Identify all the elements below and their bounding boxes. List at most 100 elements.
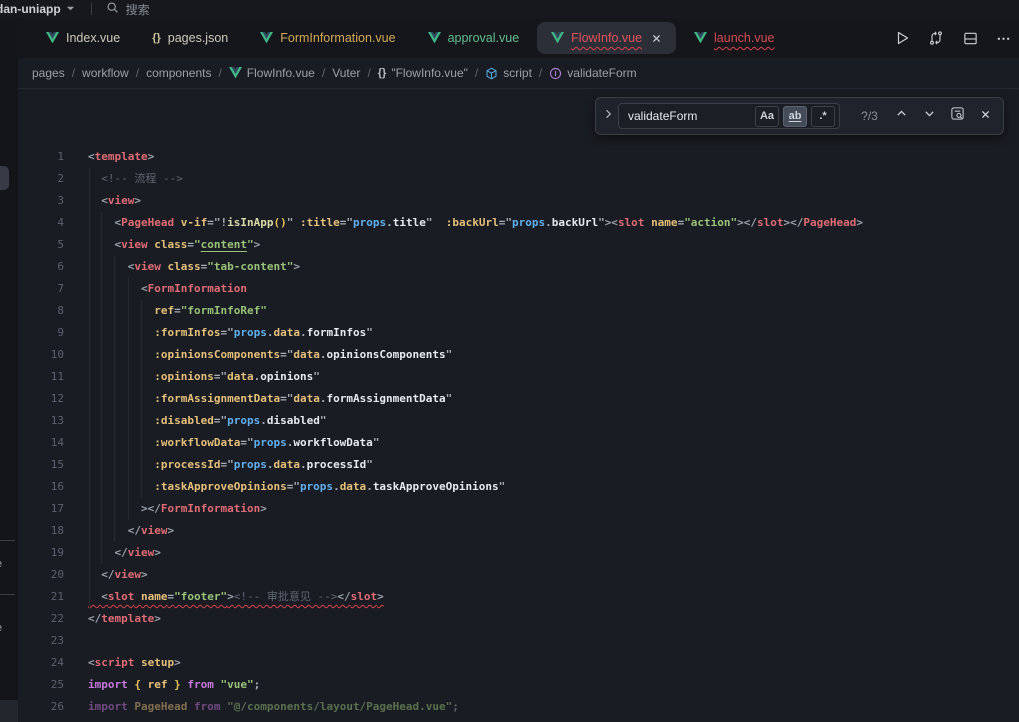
code-token: "@/components/layout/PageHead.vue" <box>227 700 452 713</box>
code-token: " <box>247 238 254 251</box>
code-token <box>174 216 181 229</box>
code-token: . <box>300 326 307 339</box>
code-token: template <box>101 612 154 625</box>
code-line-5[interactable]: 5 <view class="content"> <box>18 234 1019 256</box>
code-line-26[interactable]: 26import PageHead from "@/components/lay… <box>18 696 1019 718</box>
code-line-6[interactable]: 6 <view class="tab-content"> <box>18 256 1019 278</box>
code-token: class <box>154 238 187 251</box>
next-match-button[interactable] <box>919 106 939 126</box>
tab-flowinfo-vue[interactable]: FlowInfo.vue <box>537 22 676 54</box>
code-token: >< <box>605 216 618 229</box>
code-line-11[interactable]: 11 :opinions="data.opinions" <box>18 366 1019 388</box>
code-line-9[interactable]: 9 :formInfos="props.data.formInfos" <box>18 322 1019 344</box>
code-line-10[interactable]: 10 :opinionsComponents="data.opinionsCom… <box>18 344 1019 366</box>
find-in-selection-button[interactable] <box>947 106 967 126</box>
code-line-12[interactable]: 12 :formAssignmentData="data.formAssignm… <box>18 388 1019 410</box>
close-find-button[interactable] <box>975 106 995 126</box>
explorer-fragment-text: e <box>0 558 2 570</box>
tab-launch-vue[interactable]: launch.vue <box>680 22 788 54</box>
use-regex-toggle[interactable]: .* <box>811 106 835 127</box>
titlebar-search[interactable]: 搜索 <box>106 1 150 18</box>
indent-guide <box>101 520 102 542</box>
breadcrumb-separator: / <box>475 66 478 80</box>
code-area[interactable]: 1<template>2 <!-- 流程 -->3 <view>4 <PageH… <box>18 89 1019 722</box>
code-line-18[interactable]: 18 </view> <box>18 520 1019 542</box>
code-token: =" <box>220 458 233 471</box>
code-token: name <box>141 590 168 603</box>
sidebar-scroll-thumb[interactable] <box>0 166 9 190</box>
code-line-3[interactable]: 3 <view> <box>18 190 1019 212</box>
tab-forminformation-vue[interactable]: FormInformation.vue <box>246 22 409 54</box>
code-line-14[interactable]: 14 :workflowData="props.workflowData" <box>18 432 1019 454</box>
code-token: props <box>300 480 333 493</box>
use-regex-icon: .* <box>819 110 826 122</box>
code-token: > <box>377 590 384 603</box>
breadcrumb-item-workflow[interactable]: workflow <box>82 66 129 80</box>
breadcrumb-item-script[interactable]: script <box>485 66 532 80</box>
indent-guide <box>128 476 129 498</box>
tab-pages-json[interactable]: {}pages.json <box>138 22 242 54</box>
code-line-21[interactable]: 21 <slot name="footer"><!-- 审批意见 --></sl… <box>18 586 1019 608</box>
code-line-22[interactable]: 22</template> <box>18 608 1019 630</box>
breadcrumb-item-validateform[interactable]: validateForm <box>549 66 636 80</box>
run-button[interactable] <box>893 29 911 47</box>
titlebar-divider <box>91 3 92 15</box>
line-number: 17 <box>18 498 64 520</box>
code-line-15[interactable]: 15 :processId="props.data.processId" <box>18 454 1019 476</box>
indent-guide <box>128 454 129 476</box>
code-line-20[interactable]: 20 </view> <box>18 564 1019 586</box>
indent-guide <box>101 498 102 520</box>
line-number: 19 <box>18 542 64 564</box>
code-line-2[interactable]: 2 <!-- 流程 --> <box>18 168 1019 190</box>
code-token: =" <box>287 480 300 493</box>
code-line-25[interactable]: 25import { ref } from "vue"; <box>18 674 1019 696</box>
line-content: import PageHead from "@/components/layou… <box>88 696 1019 718</box>
close-tab-button[interactable] <box>651 33 662 44</box>
code-line-13[interactable]: 13 :disabled="props.disabled" <box>18 410 1019 432</box>
code-line-23[interactable]: 23 <box>18 630 1019 652</box>
indent-guide <box>114 520 115 542</box>
breadcrumb-item-pages[interactable]: pages <box>32 66 65 80</box>
line-content: <view class="content"> <box>88 234 1019 256</box>
code-token: view <box>115 568 142 581</box>
indent-guide <box>128 344 129 366</box>
breadcrumb-item-vuter[interactable]: Vuter <box>332 66 360 80</box>
vue-icon <box>551 32 564 44</box>
editor-pane[interactable]: Aaab .* ?/3 1<template>2 <!-- 流程 -->3 <vi… <box>18 89 1019 722</box>
code-token: < <box>101 590 108 603</box>
code-line-1[interactable]: 1<template> <box>18 146 1019 168</box>
tab-approval-vue[interactable]: approval.vue <box>414 22 534 54</box>
tab-index-vue[interactable]: Index.vue <box>32 22 134 54</box>
code-line-4[interactable]: 4 <PageHead v-if="!isInApp()" :title="pr… <box>18 212 1019 234</box>
previous-match-button[interactable] <box>891 106 911 126</box>
whole-word-toggle[interactable]: ab <box>783 106 807 127</box>
split-editor-button[interactable] <box>961 29 979 47</box>
breadcrumb-item--flowinfo-vue-[interactable]: {}"FlowInfo.vue" <box>378 66 468 80</box>
find-input[interactable] <box>628 109 755 123</box>
code-line-19[interactable]: 19 </view> <box>18 542 1019 564</box>
indent-guide <box>141 454 142 476</box>
find-match-count: ?/3 <box>856 109 883 123</box>
code-token: opinions <box>260 370 313 383</box>
breadcrumb-item-components[interactable]: components <box>146 66 211 80</box>
toggle-replace-button[interactable] <box>602 98 614 134</box>
compare-changes-button[interactable] <box>927 29 945 47</box>
code-line-24[interactable]: 24<script setup> <box>18 652 1019 674</box>
breadcrumb-separator: / <box>136 66 139 80</box>
code-line-17[interactable]: 17 ></FormInformation> <box>18 498 1019 520</box>
explorer-fragment-line <box>0 540 15 541</box>
code-line-7[interactable]: 7 <FormInformation <box>18 278 1019 300</box>
code-line-8[interactable]: 8 ref="formInfoRef" <box>18 300 1019 322</box>
line-number: 12 <box>18 388 64 410</box>
indent-guide <box>128 300 129 322</box>
breadcrumb-item-flowinfo-vue[interactable]: FlowInfo.vue <box>229 66 315 80</box>
code-token: > <box>134 194 141 207</box>
line-content: <view> <box>88 190 1019 212</box>
workspace-menu[interactable]: dan-uniapp <box>0 2 75 16</box>
code-line-16[interactable]: 16 :taskApproveOpinions="props.data.task… <box>18 476 1019 498</box>
more-actions-button[interactable]: ⋯ <box>995 29 1013 47</box>
code-token: . <box>333 480 340 493</box>
match-case-toggle[interactable]: Aa <box>755 106 779 127</box>
indent-guide <box>128 366 129 388</box>
code-token: view <box>108 194 135 207</box>
